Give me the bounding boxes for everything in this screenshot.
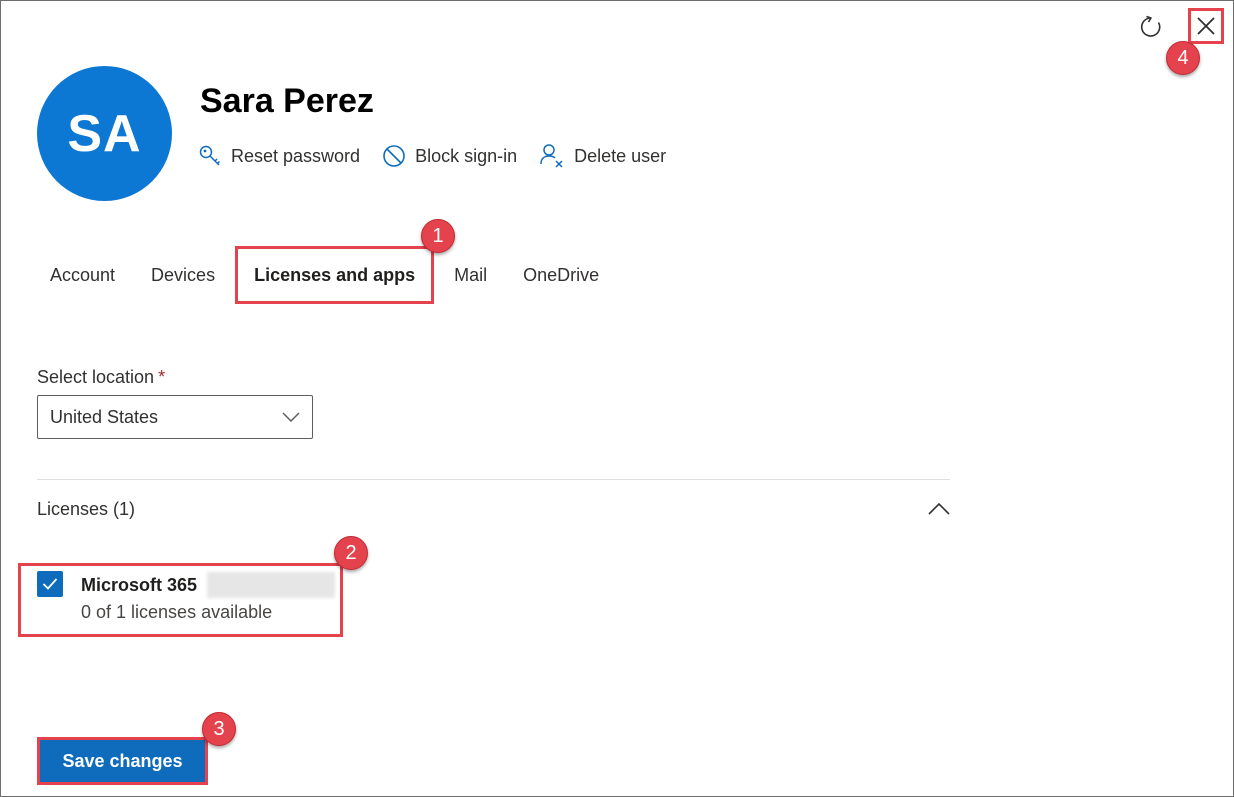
block-sign-in-label: Block sign-in	[415, 145, 518, 166]
annotation-badge-3: 3	[202, 712, 236, 746]
collapse-licenses-button[interactable]	[924, 497, 954, 521]
key-icon	[199, 145, 221, 166]
section-divider	[37, 479, 950, 480]
header-actions: Reset password Block sign-in Delete user	[198, 143, 666, 169]
license-availability: 0 of 1 licenses available	[81, 602, 273, 622]
chevron-down-icon	[282, 412, 300, 423]
tab-licenses-and-apps[interactable]: Licenses and apps	[235, 246, 435, 304]
annotation-badge-1: 1	[421, 219, 455, 253]
reset-password-button[interactable]: Reset password	[198, 144, 360, 168]
annotation-badge-4: 4	[1166, 41, 1200, 75]
reset-password-label: Reset password	[231, 145, 361, 166]
tab-devices[interactable]: Devices	[133, 246, 233, 304]
refresh-icon	[1140, 15, 1161, 37]
tab-bar: Account Devices Licenses and apps Mail O…	[32, 246, 617, 304]
location-label: Select location *	[37, 367, 165, 388]
delete-user-icon	[540, 144, 563, 168]
block-icon	[383, 145, 405, 167]
delete-user-button[interactable]: Delete user	[539, 143, 666, 169]
redacted-license-suffix	[207, 572, 335, 598]
license-checkbox[interactable]	[37, 571, 63, 597]
user-name: Sara Perez	[200, 82, 374, 120]
close-button[interactable]	[1188, 8, 1224, 44]
close-icon	[1197, 17, 1215, 35]
tab-onedrive[interactable]: OneDrive	[505, 246, 617, 304]
tab-mail[interactable]: Mail	[436, 246, 505, 304]
tab-account[interactable]: Account	[32, 246, 133, 304]
licenses-header: Licenses (1)	[37, 499, 136, 519]
save-changes-button[interactable]: Save changes	[40, 740, 205, 782]
chevron-up-icon	[928, 502, 950, 515]
refresh-button[interactable]	[1137, 13, 1165, 41]
location-value: United States	[50, 406, 159, 427]
avatar: SA	[37, 66, 172, 201]
delete-user-label: Delete user	[574, 145, 667, 166]
checkmark-icon	[42, 578, 58, 590]
license-name: Microsoft 365	[81, 575, 198, 595]
location-label-text: Select location	[37, 367, 155, 387]
required-mark: *	[158, 367, 166, 387]
annotation-badge-2: 2	[334, 536, 368, 570]
block-sign-in-button[interactable]: Block sign-in	[382, 144, 517, 168]
location-select[interactable]: United States	[37, 395, 313, 439]
